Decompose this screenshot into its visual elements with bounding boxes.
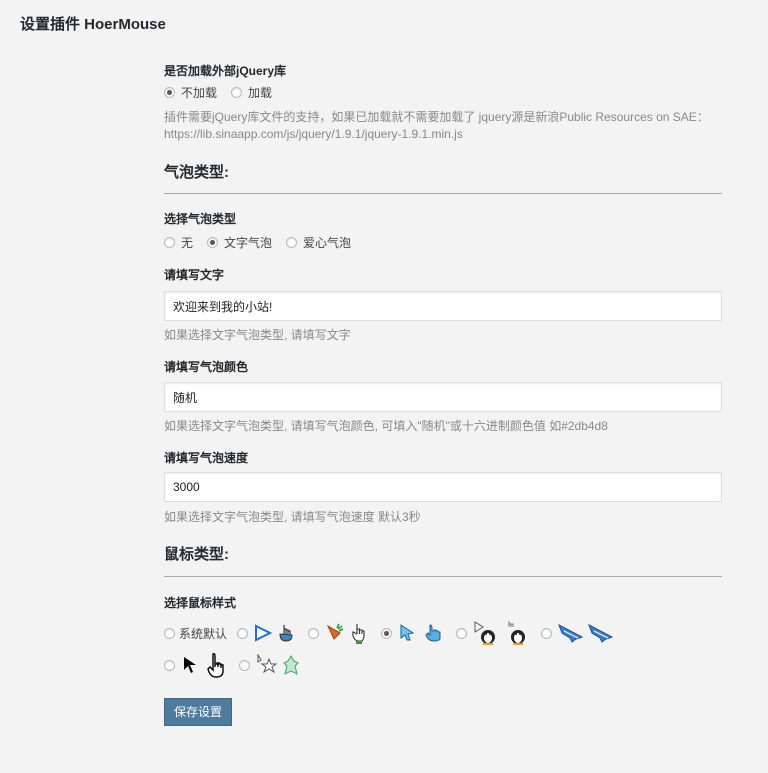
bubble-speed-label: 请填写气泡速度 (164, 451, 249, 465)
cursor-options-row-1: 系统默认 (164, 620, 626, 646)
bubble-type-none[interactable]: 无 (164, 234, 193, 251)
bubble-text-label: 请填写文字 (164, 268, 225, 282)
jquery-option-label: 加载 (248, 86, 273, 100)
radio-button[interactable] (308, 627, 320, 639)
radio-button[interactable] (541, 627, 553, 639)
radio-button[interactable] (237, 627, 249, 639)
bubble-color-desc: 如果选择文字气泡类型, 请填写气泡颜色, 可填入"随机"或十六进制颜色值 如#2… (164, 419, 608, 433)
bubble-type-option-label: 文字气泡 (224, 236, 273, 250)
bubble-type-radio-group: 无 文字气泡 爱心气泡 (164, 234, 365, 251)
jquery-option-load[interactable]: 加载 (231, 84, 272, 101)
bubble-speed-input[interactable] (164, 472, 722, 502)
bubble-type-label: 选择气泡类型 (164, 212, 237, 226)
page-title: 设置插件 HoerMouse (20, 16, 166, 33)
black-hand-icon (207, 653, 224, 678)
jquery-description: 插件需要jQuery库文件的支持，如果已加载就不需要加载了 jquery源是新浪… (164, 109, 724, 143)
cursor-option-5[interactable] (541, 623, 616, 643)
radio-button[interactable] (164, 237, 175, 248)
save-settings-button[interactable]: 保存设置 (164, 698, 233, 726)
radio-button[interactable] (231, 87, 243, 98)
bubble-type-option-label: 爱心气泡 (303, 236, 352, 250)
radio-button[interactable] (286, 237, 298, 248)
cursor-option-7[interactable] (239, 654, 302, 676)
radio-button[interactable] (207, 237, 219, 248)
mouse-section-heading: 鼠标类型: (164, 546, 229, 563)
hand-pointer-icon (279, 625, 293, 642)
jquery-desc-url: https://lib.sinaapp.com/js/jquery/1.9.1/… (164, 127, 463, 141)
bubble-text-desc: 如果选择文字气泡类型, 请填写文字 (164, 328, 351, 342)
black-arrow-icon (184, 657, 196, 673)
cursor-options-row-2 (164, 652, 312, 678)
penguin-arrow-icon (474, 621, 496, 645)
cursor-option-default[interactable]: 系统默认 (164, 625, 227, 642)
bubble-type-option-label: 无 (181, 236, 194, 250)
bubble-color-label: 请填写气泡颜色 (164, 360, 249, 374)
green-ghost-icon (283, 655, 299, 675)
shark-icon-2 (588, 623, 614, 643)
cursor-option-3[interactable] (381, 623, 446, 643)
star-arrow-icon (257, 654, 278, 674)
blue-hand-icon (425, 624, 441, 642)
blue-gem-arrow-icon (400, 624, 415, 641)
penguin-hand-icon (508, 621, 526, 645)
radio-button[interactable] (164, 627, 175, 639)
jquery-option-no-load[interactable]: 不加载 (164, 84, 217, 101)
bubble-type-heart[interactable]: 爱心气泡 (286, 234, 351, 251)
green-hand-icon (352, 624, 365, 644)
carrot-icon (326, 623, 344, 640)
cursor-option-1[interactable] (237, 623, 298, 643)
bubble-section-heading: 气泡类型: (164, 164, 229, 181)
bubble-color-input[interactable] (164, 382, 722, 412)
divider (164, 576, 722, 577)
cursor-option-4[interactable] (456, 620, 531, 646)
bubble-type-text[interactable]: 文字气泡 (207, 234, 272, 251)
divider (164, 193, 722, 194)
radio-button[interactable] (164, 659, 175, 671)
radio-button[interactable] (381, 627, 393, 639)
jquery-desc-line: 插件需要jQuery库文件的支持，如果已加载就不需要加载了 jquery源是新浪… (164, 110, 709, 124)
radio-button[interactable] (164, 87, 175, 98)
bubble-speed-desc: 如果选择文字气泡类型, 请填写气泡速度 默认3秒 (164, 510, 421, 524)
jquery-option-label: 不加载 (181, 86, 218, 100)
cursor-option-default-label: 系统默认 (179, 626, 228, 641)
radio-button[interactable] (456, 627, 468, 639)
shark-icon (558, 623, 584, 643)
cursor-option-2[interactable] (308, 622, 371, 644)
bubble-text-input[interactable] (164, 291, 722, 321)
radio-button[interactable] (239, 659, 250, 671)
blue-triangle-arrow-icon (255, 624, 273, 642)
jquery-label: 是否加载外部jQuery库 (164, 64, 287, 78)
cursor-option-6[interactable] (164, 652, 229, 678)
cursor-style-label: 选择鼠标样式 (164, 596, 237, 610)
jquery-radio-group: 不加载 加载 (164, 84, 286, 101)
